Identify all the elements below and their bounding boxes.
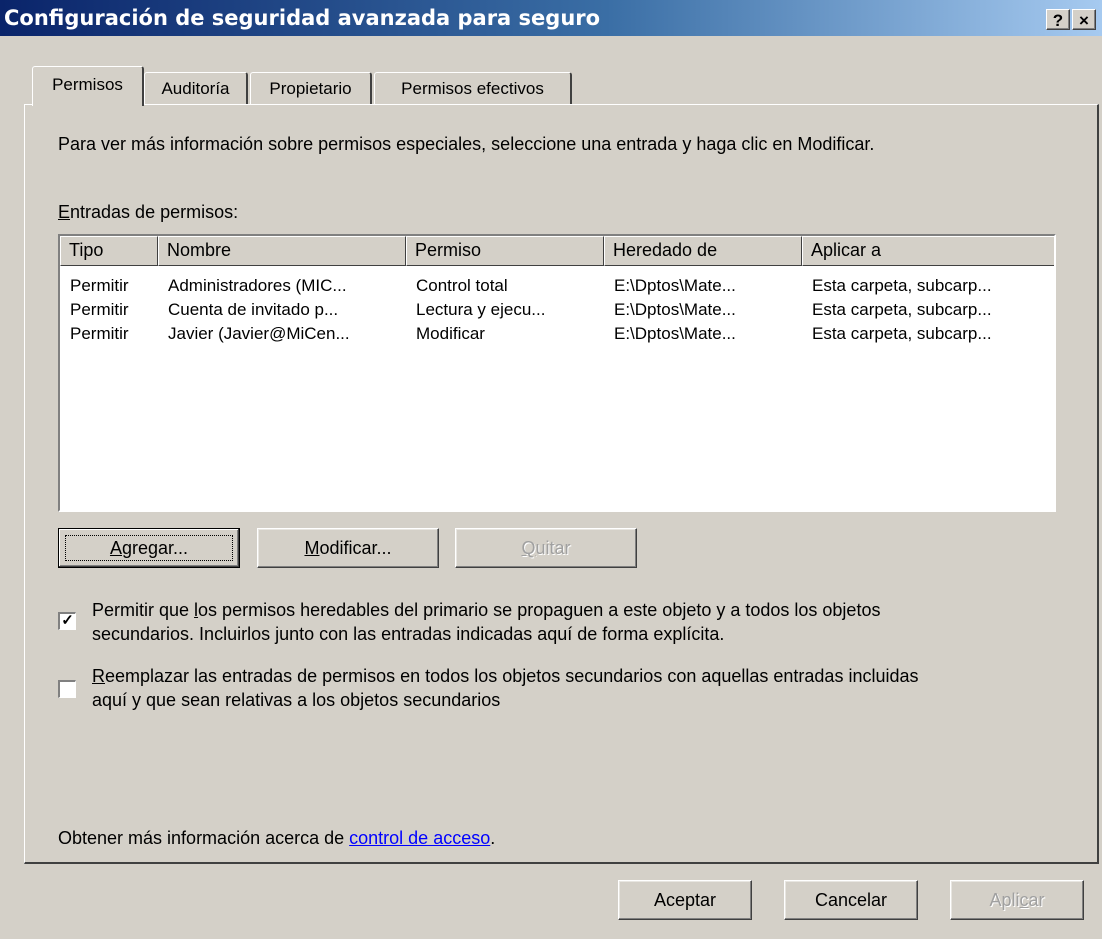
info-text: Para ver más información sobre permisos … — [58, 134, 875, 154]
tab-propietario[interactable]: Propietario — [250, 72, 372, 104]
replace-checkbox[interactable] — [58, 680, 76, 698]
apply-button[interactable]: Aplicar — [950, 880, 1084, 920]
cell-heredado: E:\Dptos\Mate... — [614, 324, 736, 343]
inherit-checkbox[interactable]: ✓ — [58, 612, 76, 630]
entries-label-text: ntradas de permisos: — [70, 202, 239, 222]
window-title: Configuración de seguridad avanzada para… — [4, 6, 601, 30]
footer-period: . — [490, 828, 496, 848]
list-header: Tipo Nombre Permiso Heredado de Aplicar … — [60, 236, 1054, 266]
label-text: os permisos heredables del primario se p… — [198, 600, 881, 620]
cell-nombre: Cuenta de invitado p... — [168, 300, 339, 319]
accelerator: c — [1019, 890, 1029, 910]
cell-permiso: Modificar — [416, 324, 485, 343]
accelerator: E — [58, 202, 71, 222]
table-row[interactable]: Permitir Cuenta de invitado p... Lectura… — [60, 300, 1054, 322]
label-text: eemplazar las entradas de permisos en to… — [105, 666, 919, 686]
cell-heredado: E:\Dptos\Mate... — [614, 276, 736, 295]
table-row[interactable]: Permitir Javier (Javier@MiCen... Modific… — [60, 324, 1054, 346]
column-nombre[interactable]: Nombre — [158, 236, 406, 266]
replace-checkbox-label[interactable]: Reemplazar las entradas de permisos en t… — [92, 664, 1072, 712]
cell-permiso: Control total — [416, 276, 508, 295]
accelerator: R — [92, 666, 105, 686]
modify-button[interactable]: Modificar... — [257, 528, 439, 568]
cell-tipo: Permitir — [70, 276, 129, 295]
inherit-label-line1: Permitir que los permisos heredables del… — [92, 598, 1072, 622]
cell-nombre: Javier (Javier@MiCen... — [168, 324, 350, 343]
access-control-info: Obtener más información acerca de contro… — [58, 828, 495, 849]
tab-label: Auditoría — [161, 79, 230, 98]
cell-tipo: Permitir — [70, 300, 129, 319]
cell-aplicar: Esta carpeta, subcarp... — [812, 276, 992, 295]
column-aplicar-a[interactable]: Aplicar a — [802, 236, 1054, 266]
entries-label: Entradas de permisos: — [58, 202, 238, 223]
modify-button-label: odificar... — [319, 538, 392, 558]
tab-permisos[interactable]: Permisos — [32, 66, 144, 106]
cell-aplicar: Esta carpeta, subcarp... — [812, 324, 992, 343]
help-button[interactable]: ? — [1046, 9, 1070, 30]
cell-nombre: Administradores (MIC... — [168, 276, 347, 295]
footer-text: Obtener más información acerca de — [58, 828, 350, 848]
cell-aplicar: Esta carpeta, subcarp... — [812, 300, 992, 319]
tab-label: Permisos — [52, 75, 123, 94]
cell-permiso: Lectura y ejecu... — [416, 300, 546, 319]
cell-heredado: E:\Dptos\Mate... — [614, 300, 736, 319]
remove-button[interactable]: Quitar — [455, 528, 637, 568]
remove-button-label: uitar — [535, 538, 571, 558]
add-button[interactable]: Agregar... — [58, 528, 240, 568]
accelerator: M — [304, 538, 320, 558]
replace-label-line2: aquí y que sean relativas a los objetos … — [92, 690, 501, 710]
close-button[interactable]: × — [1072, 9, 1096, 30]
column-tipo[interactable]: Tipo — [60, 236, 158, 266]
table-row[interactable]: Permitir Administradores (MIC... Control… — [60, 276, 1054, 298]
permissions-list[interactable]: Tipo Nombre Permiso Heredado de Aplicar … — [58, 234, 1056, 512]
tab-label: Propietario — [269, 79, 352, 98]
accelerator: Q — [521, 538, 536, 558]
apply-label: Apli — [989, 890, 1020, 910]
inherit-checkbox-label[interactable]: Permitir que los permisos heredables del… — [92, 598, 1072, 646]
column-heredado-de[interactable]: Heredado de — [604, 236, 802, 266]
access-control-link[interactable]: control de acceso — [349, 828, 490, 848]
tab-label: Permisos efectivos — [401, 79, 544, 98]
label-text: Permitir que — [92, 600, 195, 620]
accelerator: A — [109, 538, 122, 558]
cancel-button[interactable]: Cancelar — [784, 880, 918, 920]
title-bar[interactable]: Configuración de seguridad avanzada para… — [0, 0, 1102, 36]
cell-tipo: Permitir — [70, 324, 129, 343]
tab-permisos-efectivos[interactable]: Permisos efectivos — [374, 72, 572, 104]
add-button-label: gregar... — [121, 538, 189, 558]
apply-label: ar — [1028, 890, 1045, 910]
column-permiso[interactable]: Permiso — [406, 236, 604, 266]
inherit-label-line2: secundarios. Incluirlos junto con las en… — [92, 624, 725, 644]
replace-label-line1: Reemplazar las entradas de permisos en t… — [92, 664, 1072, 688]
tab-auditoria[interactable]: Auditoría — [144, 72, 248, 104]
ok-button[interactable]: Aceptar — [618, 880, 752, 920]
